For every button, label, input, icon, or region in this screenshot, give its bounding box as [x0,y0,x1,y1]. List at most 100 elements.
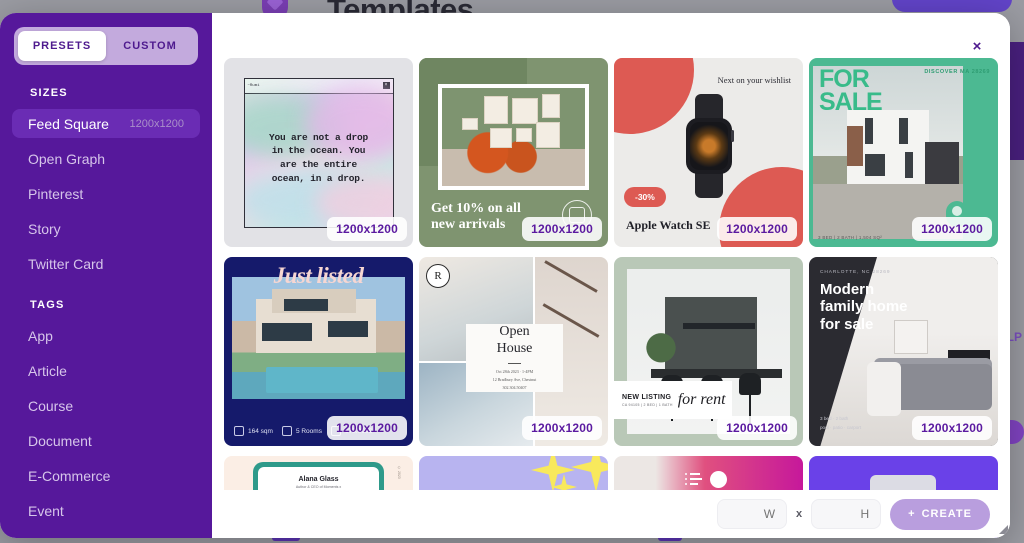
quote-window-close-icon: × [382,82,390,89]
sidebar-item-app[interactable]: App [12,321,200,350]
furniture-photo [438,84,589,190]
modal-footer: x + CREATE [212,490,1010,538]
sidebar-item-label: Pinterest [28,185,84,202]
furniture-caption: Get 10% on all new arrivals [431,201,521,233]
create-button-label: CREATE [921,508,972,520]
template-card-open-house[interactable]: R Open House Oct 28th 2023 · 1-4PM 12 Br… [419,257,608,446]
template-card-furniture-promo[interactable]: Get 10% on all new arrivals 1200x1200 [419,58,608,247]
sidebar-item-label: Story [28,220,61,237]
for-rent-sub: CA 94105 | 2 BED | 1 BATH [622,402,673,407]
resize-handle-icon[interactable] [999,525,1008,534]
rooms-icon [281,426,292,436]
create-button[interactable]: + CREATE [890,498,990,530]
decorative-circle [614,58,694,134]
template-picker-modal: PRESETS CUSTOM SIZES Feed Square 1200x12… [0,13,1010,538]
speaker-name: Alana Glass [298,476,339,483]
sidebar-item-dimensions: 1200x1200 [129,117,184,130]
headline-line: for sale [820,315,874,333]
open-house-detail: Oct 28th 2023 · 1-4PM [495,368,534,374]
speaker-role: Author & CEO of Moments x [295,485,342,489]
stat-value: 5 Rooms [295,427,322,435]
for-sale-headline: FOR SALE [819,67,883,116]
sidebar-item-label: Document [28,432,92,449]
quote-window: ~Rumi × You are not a drop in the ocean.… [243,77,394,228]
listing-features: 3 bed · 2 bath pool · patio · carport [820,415,861,432]
plus-icon: + [908,508,916,520]
close-icon[interactable]: × [966,35,988,57]
template-card-for-rent[interactable]: NEW LISTING CA 94105 | 2 BED | 1 BATH fo… [614,257,803,446]
quote-window-title: ~Rumi [247,83,260,88]
template-card-for-sale[interactable]: FOR SALE DISCOVER MA 28269 3 BED | 2 BAT… [809,58,998,247]
sidebar-item-label: Open Graph [28,150,106,167]
sidebar-item-open-graph[interactable]: Open Graph [12,144,200,173]
listing-headline: Modern family home for sale [820,281,908,333]
list-icon [685,472,702,486]
sidebar-item-document[interactable]: Document [12,426,200,455]
quote-line: in the ocean. You [271,145,366,157]
for-sale-corner-tag: DISCOVER MA 28269 [924,69,990,75]
sidebar-item-pinterest[interactable]: Pinterest [12,179,200,208]
feature-line: 3 bed · 2 bath [820,416,849,422]
watch-crown-icon [730,130,734,142]
template-card-quote-rumi[interactable]: ~Rumi × You are not a drop in the ocean.… [224,58,413,247]
area-icon [234,426,244,436]
sidebar-item-twitter-card[interactable]: Twitter Card [12,249,200,278]
size-badge: 1200x1200 [327,416,407,440]
quote-line: are the entire [279,159,357,171]
sidebar-item-mockup[interactable]: Mockup [12,531,200,539]
size-badge: 1200x1200 [717,416,797,440]
template-card-apple-watch[interactable]: Next on your wishlist -30% Apple Watch S… [614,58,803,247]
tab-presets[interactable]: PRESETS [18,31,106,61]
sidebar-item-event[interactable]: Event [12,496,200,525]
sidebar-item-article[interactable]: Article [12,356,200,385]
watch-illustration [685,94,734,198]
size-badge: 1200x1200 [912,416,992,440]
sidebar-item-label: App [28,327,53,344]
sidebar: PRESETS CUSTOM SIZES Feed Square 1200x12… [0,13,212,538]
tab-custom[interactable]: CUSTOM [106,31,194,61]
tags-section-label: TAGS [30,299,65,311]
sidebar-item-course[interactable]: Course [12,391,200,420]
sidebar-item-label: Article [28,362,67,379]
divider [508,362,521,364]
listing-location: CHARLOTTE, NC 28269 [820,270,891,275]
width-input[interactable] [717,499,788,529]
template-grid: ~Rumi × You are not a drop in the ocean.… [224,58,1006,538]
stat-value: 164 sqm [248,427,273,435]
template-card-just-listed[interactable]: Just listed 164 sqm 5 Rooms 1200x1200 [224,257,413,446]
size-badge: 1200x1200 [717,217,797,241]
template-card-modern-family-home[interactable]: CHARLOTTE, NC 28269 Modern family home f… [809,257,998,446]
size-badge: 1200x1200 [522,217,602,241]
watch-body [685,118,732,174]
villa-photo [232,277,405,399]
open-house-title-line: Open [499,324,530,340]
sidebar-item-label: Mockup [28,538,77,539]
sparkle-icon [571,456,608,492]
caption-line: Get 10% on all [431,200,521,216]
sidebar-item-label: Feed Square [28,115,109,132]
sidebar-item-feed-square[interactable]: Feed Square 1200x1200 [12,109,200,138]
for-rent-script: for rent [677,391,726,408]
furniture-room [442,88,585,186]
caption-line: new arrivals [431,216,506,232]
feature-line: pool · patio · carport [820,424,862,430]
for-rent-label: NEW LISTING CA 94105 | 2 BED | 1 BATH fo… [614,381,732,419]
open-house-detail: 302.304.50407 [502,384,527,390]
sidebar-item-story[interactable]: Story [12,214,200,243]
open-house-plate: Open House Oct 28th 2023 · 1-4PM 12 Brad… [466,324,563,392]
just-listed-title: Just listed [273,263,364,288]
background-top-button [892,0,1012,12]
sidebar-item-e-commerce[interactable]: E-Commerce [12,461,200,490]
headline-line: SALE [819,88,883,116]
monogram-seal-icon: R [426,264,450,288]
times-symbol: x [796,508,803,520]
stat-rooms: 5 Rooms [281,426,322,436]
circle-icon [710,471,727,488]
for-rent-eyebrow: NEW LISTING [622,393,672,401]
product-name: Apple Watch SE [626,218,711,232]
wishlist-headline: Next on your wishlist [717,75,791,85]
discount-badge: -30% [624,187,666,207]
sidebar-item-label: Event [28,502,64,519]
height-input[interactable] [811,499,882,529]
mode-toggle[interactable]: PRESETS CUSTOM [14,27,198,65]
